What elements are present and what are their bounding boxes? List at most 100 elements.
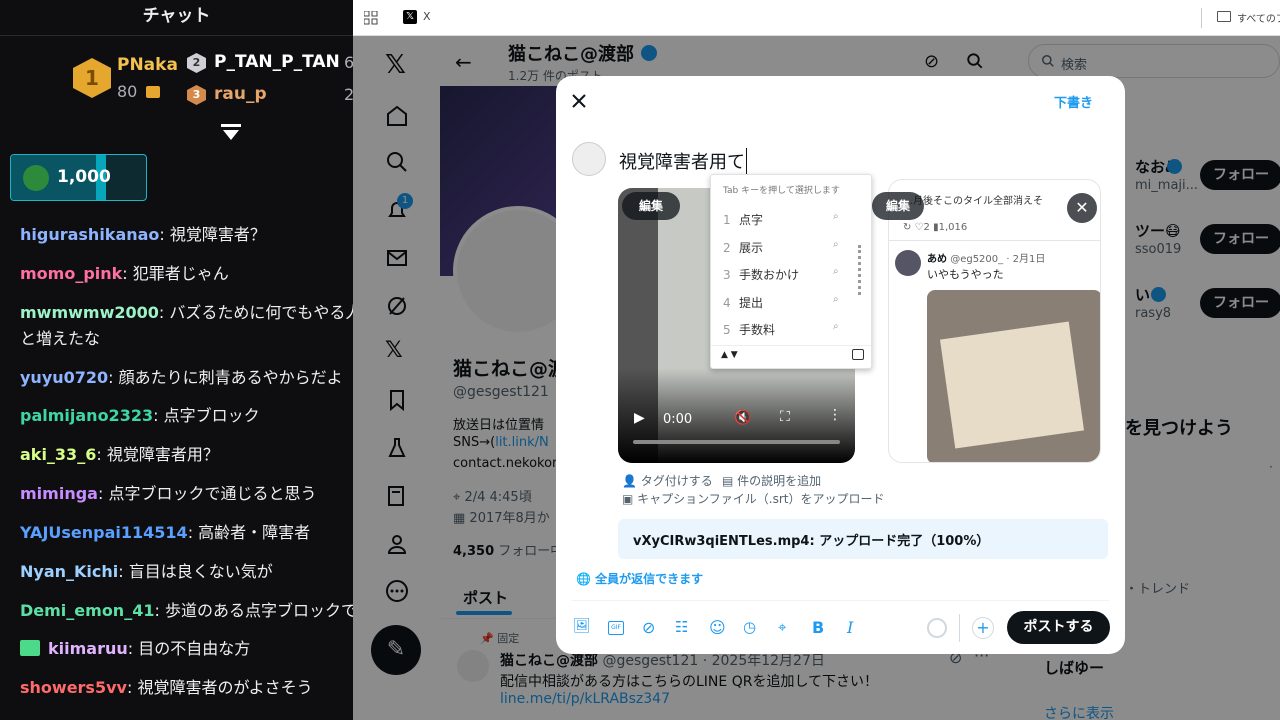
chat-title: チャット <box>142 6 211 26</box>
quoted-top-text: …月後そこのタイル全部消えそ <box>903 196 1043 207</box>
video-scrubber[interactable] <box>633 440 840 444</box>
ime-candidate-window: Tab キーを押して選択します 1 点字 2 展示 3 手数おかけ 4 提出 5 手数料 … <box>710 174 872 369</box>
chat-username[interactable]: Nyan_Kichi <box>20 562 118 581</box>
image-icon[interactable]: 🖼 <box>573 618 593 638</box>
candidate-search-icon[interactable]: ⌕ <box>833 239 839 250</box>
points-icon <box>146 86 160 98</box>
video-time: 0:00 <box>663 412 693 427</box>
composer-avatar <box>572 142 606 176</box>
chat-message: YAJUsenpai114514: 高齢者・障害者 <box>20 523 311 542</box>
ime-candidate[interactable]: 3 手数おかけ <box>723 266 799 283</box>
post-button[interactable]: ポストする <box>1007 611 1110 644</box>
chat-message: miminga: 点字ブロックで通じると思う <box>20 484 317 503</box>
edit-media-button[interactable]: 編集 <box>872 192 924 220</box>
gift-badge-icon <box>20 640 40 656</box>
add-description-link[interactable]: ▤ 件の説明を追加 <box>722 472 821 489</box>
character-counter <box>927 618 947 638</box>
italic-icon[interactable]: I <box>847 618 867 638</box>
candidate-page-arrows-icon[interactable]: ▲ ▼ <box>721 350 738 360</box>
leaderboard-name-2[interactable]: P_TAN_P_TAN <box>214 52 340 72</box>
video-options-icon[interactable]: ⋮ <box>828 407 842 423</box>
image-preview[interactable]: …月後そこのタイル全部消えそ ↻ ♡2 ▮1,016 あめ @eg5200_ ·… <box>888 179 1101 463</box>
leaderboard-name-3[interactable]: rau_p <box>214 84 267 104</box>
grok-compose-icon[interactable]: ⊘ <box>642 618 662 638</box>
chat-username[interactable]: kiimaruu <box>48 639 128 658</box>
chat-username[interactable]: higurashikanao <box>20 225 159 244</box>
chat-username[interactable]: mwmwmw2000 <box>20 303 159 322</box>
quoted-avatar <box>895 250 921 276</box>
bold-icon[interactable]: B <box>812 618 832 638</box>
rank-2-badge-icon: 2 <box>187 53 206 73</box>
apps-grid-icon[interactable] <box>364 11 378 25</box>
candidate-search-icon[interactable]: ⌕ <box>833 294 839 305</box>
ime-options-icon[interactable] <box>852 349 864 360</box>
divider <box>0 35 353 36</box>
divider <box>959 614 960 642</box>
ime-candidate[interactable]: 2 展示 <box>723 239 763 256</box>
post-text-input[interactable]: 視覚障害者用て <box>619 148 747 174</box>
chat-message: showers5vv: 視覚障害者のがよさそう <box>20 678 313 697</box>
quoted-views: 1,016 <box>938 222 968 233</box>
play-icon[interactable]: ▶ <box>634 410 645 426</box>
emoji-icon[interactable]: ☺ <box>709 618 729 638</box>
ime-candidate[interactable]: 5 手数料 <box>723 321 775 338</box>
chat-text: 歩道のある点字ブロックで <box>164 601 353 620</box>
poll-icon[interactable]: ☷ <box>675 618 695 638</box>
candidate-number: 4 <box>723 296 731 310</box>
divider <box>1201 8 1202 28</box>
add-post-icon[interactable]: + <box>972 617 994 639</box>
chat-username[interactable]: aki_33_6 <box>20 445 96 464</box>
candidate-search-icon[interactable]: ⌕ <box>833 266 839 277</box>
caption-upload-link[interactable]: ▣ キャプションファイル（.srt）をアップロード <box>622 490 885 507</box>
tag-people-link[interactable]: 👤 タグ付けする <box>622 472 713 489</box>
chat-username[interactable]: YAJUsenpai114514 <box>20 523 188 542</box>
schedule-icon[interactable]: ◷ <box>743 618 763 638</box>
braille-tile-photo <box>927 290 1100 462</box>
chat-username[interactable]: momo_pink <box>20 264 122 283</box>
expand-leaderboard-icon[interactable] <box>220 122 242 142</box>
chat-message: yuyu0720: 顔あたりに刺青あるやからだよ <box>20 368 343 387</box>
ime-candidate[interactable]: 1 点字 <box>723 211 763 228</box>
ime-hint: Tab キーを押して選択します <box>723 186 840 196</box>
chat-text: 盲目は良くない気が <box>128 562 273 581</box>
reply-settings-button[interactable]: 🌐 全員が返信できます <box>576 570 703 587</box>
chat-username[interactable]: Demi_emon_41 <box>20 601 154 620</box>
candidate-search-icon[interactable]: ⌕ <box>833 211 839 222</box>
chat-username[interactable]: palmijano2323 <box>20 406 153 425</box>
candidate-text: 手数料 <box>739 323 776 337</box>
chat-text: と増えたな <box>20 329 101 348</box>
chat-text: 顔あたりに刺青あるやからだよ <box>118 368 343 387</box>
leaderboard-name-1[interactable]: PNaka <box>117 55 178 75</box>
candidate-scroll-indicator[interactable] <box>858 245 861 295</box>
fullscreen-icon[interactable]: ⛶ <box>780 409 790 425</box>
chat-message: kiimaruu: 目の不自由な方 <box>20 636 353 662</box>
candidate-number: 1 <box>723 213 731 227</box>
chat-username[interactable]: showers5vv <box>20 678 127 697</box>
gift-amount: 1,000 <box>57 167 111 187</box>
edit-media-button[interactable]: 編集 <box>622 192 680 220</box>
gift-progress-bar[interactable]: 1,000 <box>10 154 147 201</box>
chat-username[interactable]: yuyu0720 <box>20 368 108 387</box>
chat-panel: チャット 1 PNaka 80 2 P_TAN_P_TAN 6 3 rau_p … <box>0 0 353 720</box>
drafts-button[interactable]: 下書き <box>1054 92 1093 111</box>
location-icon[interactable]: ⌖ <box>778 618 798 638</box>
chat-text: バズるために何でもやる人 <box>169 303 353 322</box>
chat-username[interactable]: miminga <box>20 484 98 503</box>
bookmarks-folder[interactable]: すべてのブ <box>1237 10 1280 25</box>
chat-message: Nyan_Kichi: 盲目は良くない気が <box>20 562 273 581</box>
rank-3-badge-icon: 3 <box>187 85 206 105</box>
remove-media-icon[interactable]: ✕ <box>1067 193 1097 223</box>
chat-message-continued: と増えたな <box>20 326 353 352</box>
mute-icon[interactable]: 🔇 <box>734 410 751 426</box>
chat-text: 高齢者・障害者 <box>198 523 311 542</box>
ime-candidate[interactable]: 4 提出 <box>723 294 763 311</box>
divider <box>572 600 1109 601</box>
gif-icon[interactable]: GIF <box>608 621 624 635</box>
candidate-number: 3 <box>723 268 731 282</box>
upload-status: vXyCIRw3qiENTLes.mp4: アップロード完了（100%） <box>633 534 990 549</box>
close-icon[interactable] <box>572 94 586 108</box>
chat-message: higurashikanao: 視覚障害者？ <box>20 225 266 244</box>
braille-tile-shape <box>939 321 1085 449</box>
candidate-search-icon[interactable]: ⌕ <box>833 321 839 332</box>
tab-title[interactable]: X <box>423 10 431 23</box>
